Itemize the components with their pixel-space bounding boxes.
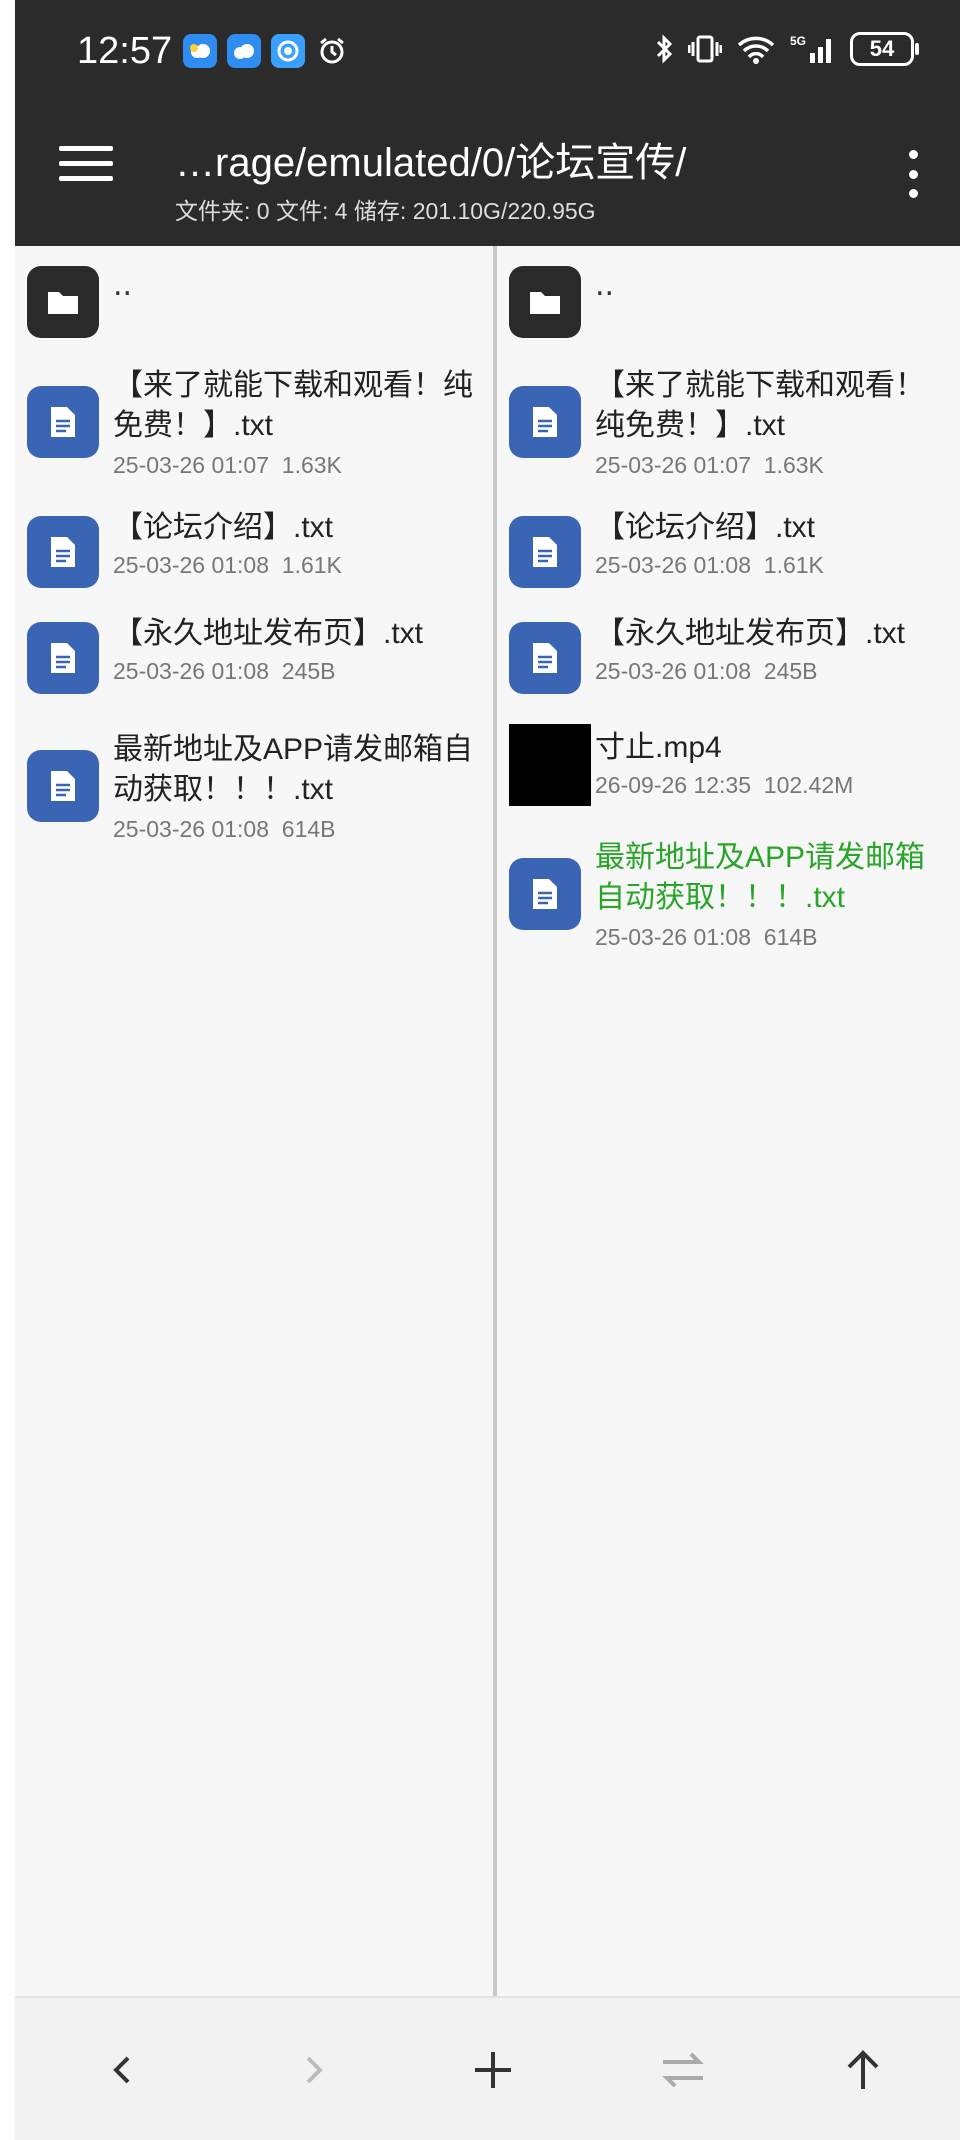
forward-arrow-icon <box>306 2056 323 2084</box>
video-thumbnail <box>509 724 591 806</box>
file-meta: 25-03-26 01:08 245B <box>595 658 818 685</box>
file-row[interactable]: 【论坛介绍】.txt 25-03-26 01:08 1.61K <box>15 508 493 598</box>
document-icon <box>27 622 99 694</box>
vibrate-icon <box>688 35 722 63</box>
file-meta: 26-09-26 12:35 102.42M <box>595 772 853 799</box>
document-icon <box>27 516 99 588</box>
parent-folder-row[interactable]: .. <box>15 262 493 342</box>
folder-icon <box>27 266 99 338</box>
document-icon <box>27 750 99 822</box>
notification-icons <box>183 34 349 68</box>
file-name: 【永久地址发布页】.txt <box>595 617 906 650</box>
file-meta: 25-03-26 01:08 245B <box>113 658 336 685</box>
document-icon <box>27 386 99 458</box>
alarm-icon <box>315 34 349 68</box>
file-meta: 25-03-26 01:08 1.61K <box>113 552 342 579</box>
file-date: 25-03-26 01:08 <box>113 552 270 578</box>
file-row[interactable]: 【永久地址发布页】.txt 25-03-26 01:08 245B <box>497 614 960 704</box>
path-summary: 文件夹: 0 文件: 4 储存: 201.10G/220.95G <box>175 198 596 224</box>
file-manager-screen: 12:57 5G 54 …rage/emulated/0/论坛宣传/ 文件夹: … <box>15 0 960 2140</box>
file-size: 102.42M <box>763 772 854 798</box>
weather-app-icon <box>183 34 217 68</box>
file-row[interactable]: 【论坛介绍】.txt 25-03-26 01:08 1.61K <box>497 508 960 598</box>
parent-folder-label: .. <box>113 268 133 303</box>
folder-icon <box>509 266 581 338</box>
file-size: 614B <box>763 924 818 950</box>
file-meta: 25-03-26 01:08 614B <box>595 924 818 951</box>
forward-button[interactable] <box>281 2038 345 2102</box>
file-size: 1.63K <box>763 452 824 478</box>
file-row[interactable]: 寸止.mp4 26-09-26 12:35 102.42M <box>497 724 960 824</box>
file-name: 寸止.mp4 <box>595 731 722 764</box>
file-size: 1.63K <box>281 452 342 478</box>
bluetooth-icon <box>656 34 673 64</box>
file-date: 25-03-26 01:08 <box>595 924 752 950</box>
wifi-icon <box>737 36 775 64</box>
file-name: 【论坛介绍】.txt <box>595 511 816 544</box>
file-size: 614B <box>281 816 336 842</box>
system-status-icons: 5G 54 <box>654 32 919 66</box>
document-icon <box>509 516 581 588</box>
file-name: 【永久地址发布页】.txt <box>113 617 424 650</box>
file-meta: 25-03-26 01:08 1.61K <box>595 552 824 579</box>
svg-text:5G: 5G <box>790 34 806 48</box>
file-date: 25-03-26 01:08 <box>595 552 752 578</box>
right-file-pane[interactable]: .. 【来了就能下载和观看！纯免费！】.txt 25-03-26 01:07 1… <box>497 246 960 1996</box>
file-date: 25-03-26 01:08 <box>595 658 752 684</box>
file-row[interactable]: 【来了就能下载和观看！纯免费！】.txt 25-03-26 01:07 1.63… <box>497 366 960 496</box>
signal-5g-icon: 5G <box>790 34 831 63</box>
cloud-app-icon <box>227 34 261 68</box>
file-date: 25-03-26 01:08 <box>113 816 270 842</box>
app-header: 12:57 5G 54 …rage/emulated/0/论坛宣传/ 文件夹: … <box>15 0 960 246</box>
file-date: 25-03-26 01:07 <box>595 452 752 478</box>
plus-icon <box>475 2052 511 2088</box>
file-name: 最新地址及APP请发邮箱自动获取！！！.txt <box>113 733 474 806</box>
parent-folder-row[interactable]: .. <box>497 262 960 342</box>
file-date: 26-09-26 12:35 <box>595 772 752 798</box>
file-meta: 25-03-26 01:08 614B <box>113 816 336 843</box>
file-date: 25-03-26 01:07 <box>113 452 270 478</box>
document-icon <box>509 858 581 930</box>
bottom-toolbar <box>15 1996 960 2140</box>
file-name: 最新地址及APP请发邮箱自动获取！！！.txt <box>595 841 926 914</box>
back-arrow-icon <box>113 2056 130 2084</box>
file-name: 【来了就能下载和观看！纯免费！】.txt <box>113 369 473 442</box>
file-date: 25-03-26 01:08 <box>113 658 270 684</box>
file-row[interactable]: 【来了就能下载和观看！纯免费！】.txt 25-03-26 01:07 1.63… <box>15 366 493 496</box>
file-meta: 25-03-26 01:07 1.63K <box>595 452 824 479</box>
document-icon <box>509 622 581 694</box>
file-size: 1.61K <box>281 552 342 578</box>
more-options-button[interactable] <box>906 150 920 198</box>
add-button[interactable] <box>461 2038 525 2102</box>
document-icon <box>509 386 581 458</box>
left-file-pane[interactable]: .. 【来了就能下载和观看！纯免费！】.txt 25-03-26 01:07 1… <box>15 246 493 1996</box>
browser-app-icon <box>271 34 305 68</box>
file-size: 245B <box>281 658 336 684</box>
current-path: …rage/emulated/0/论坛宣传/ <box>175 141 687 185</box>
swap-panes-button[interactable] <box>651 2038 715 2102</box>
file-size: 1.61K <box>763 552 824 578</box>
menu-button[interactable] <box>59 146 113 186</box>
back-button[interactable] <box>91 2038 155 2102</box>
battery-indicator: 54 <box>850 32 919 66</box>
swap-icon <box>662 2052 704 2088</box>
file-name: 【来了就能下载和观看！纯免费！】.txt <box>595 369 925 442</box>
status-time: 12:57 <box>77 30 173 72</box>
parent-folder-label: .. <box>595 268 615 303</box>
go-up-button[interactable] <box>831 2038 895 2102</box>
file-name: 【论坛介绍】.txt <box>113 511 334 544</box>
file-size: 245B <box>763 658 818 684</box>
file-row[interactable]: 【永久地址发布页】.txt 25-03-26 01:08 245B <box>15 614 493 704</box>
file-meta: 25-03-26 01:07 1.63K <box>113 452 342 479</box>
file-row-selected[interactable]: 最新地址及APP请发邮箱自动获取！！！.txt 25-03-26 01:08 6… <box>497 838 960 968</box>
file-row[interactable]: 最新地址及APP请发邮箱自动获取！！！.txt 25-03-26 01:08 6… <box>15 730 493 860</box>
up-arrow-icon <box>847 2050 879 2089</box>
